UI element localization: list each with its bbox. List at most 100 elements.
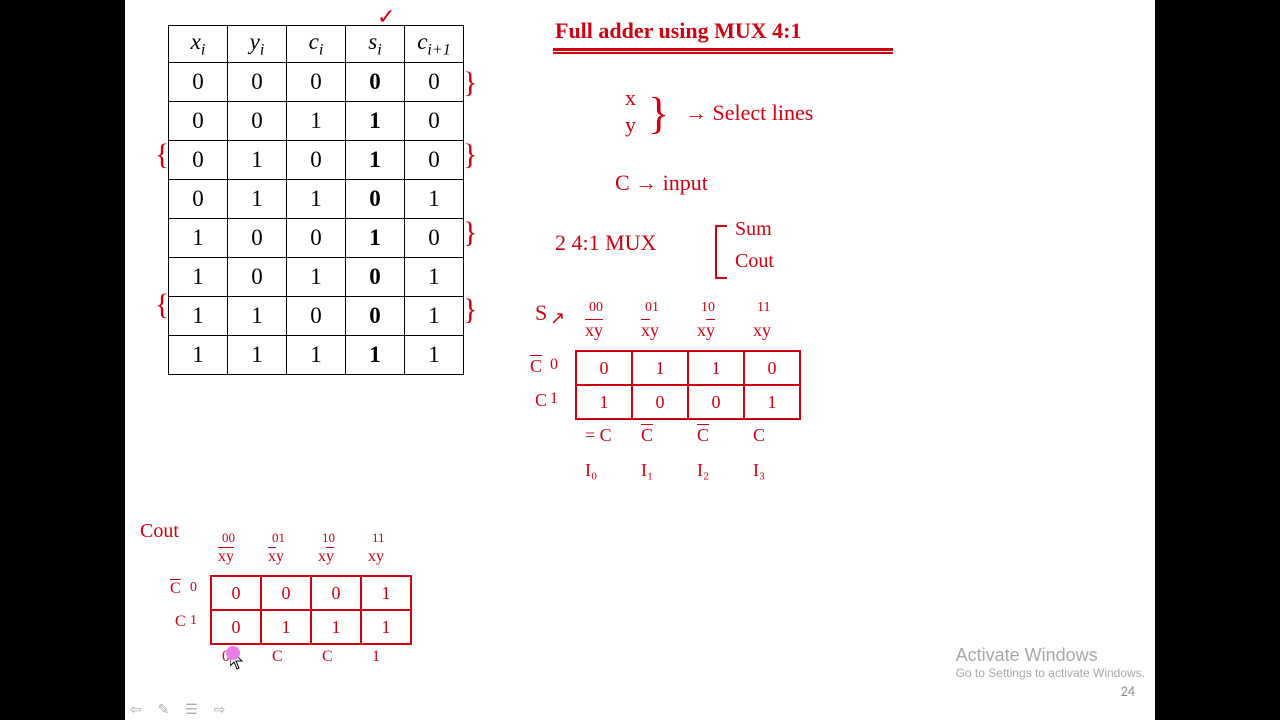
truth-cell: 0 xyxy=(405,102,464,141)
sum-col-hdr: xy xyxy=(697,320,715,341)
truth-cell: 1 xyxy=(287,258,346,297)
sum-arrow-icon: ↗ xyxy=(550,308,565,329)
kmap-cell: 0 xyxy=(211,576,261,610)
sum-S: S xyxy=(535,300,547,326)
sum-out: C xyxy=(697,425,709,446)
truth-cell: 0 xyxy=(228,63,287,102)
truth-cell: 0 xyxy=(228,102,287,141)
kmap-cell: 1 xyxy=(632,351,688,385)
cout-col-bits: 11 xyxy=(372,530,385,546)
kmap-cell: 0 xyxy=(688,385,744,419)
th-x: xi xyxy=(169,26,228,63)
cout-col-bits: 10 xyxy=(322,530,335,546)
brace-right-3-icon: } xyxy=(463,218,477,248)
cout-col-hdr: xy xyxy=(268,548,284,566)
kmap-cell: 1 xyxy=(361,576,411,610)
sum-col-bits: 11 xyxy=(757,300,770,316)
select-x: x xyxy=(625,85,636,111)
truth-cell: 1 xyxy=(169,219,228,258)
truth-cell: 0 xyxy=(405,219,464,258)
sum-row0-hdr: C xyxy=(530,356,542,377)
cout-out: C xyxy=(322,648,333,666)
truth-cell: 0 xyxy=(346,180,405,219)
kmap-cell: 0 xyxy=(211,610,261,644)
sum-row0-bit: 0 xyxy=(550,356,558,374)
presenter-nav[interactable]: ⇦ ✎ ☰ ⇨ xyxy=(130,701,231,718)
truth-cell: 1 xyxy=(169,297,228,336)
cout-col-bits: 00 xyxy=(222,530,235,546)
truth-cell: 1 xyxy=(346,336,405,375)
sum-col-bits: 01 xyxy=(645,300,659,316)
th-s: si xyxy=(346,26,405,63)
select-label: → Select lines xyxy=(685,100,813,126)
truth-cell: 1 xyxy=(346,102,405,141)
sum-col-hdr: xy xyxy=(753,320,771,341)
truth-cell: 0 xyxy=(346,63,405,102)
activate-windows-watermark: Activate Windows Go to Settings to activ… xyxy=(956,645,1145,680)
sum-col-hdr: xy xyxy=(585,320,603,341)
truth-cell: 1 xyxy=(287,180,346,219)
sum-out: C xyxy=(641,425,653,446)
sum-input-label: I₀ xyxy=(585,460,597,481)
mux-cout: Cout xyxy=(735,250,774,273)
truth-cell: 0 xyxy=(169,180,228,219)
sum-out: C xyxy=(753,425,765,446)
truth-cell: 1 xyxy=(228,180,287,219)
truth-cell: 1 xyxy=(228,141,287,180)
bracket-mux-icon xyxy=(715,225,727,279)
kmap-cell: 1 xyxy=(261,610,311,644)
truth-cell: 0 xyxy=(287,63,346,102)
truth-cell: 0 xyxy=(346,258,405,297)
two-mux: 2 4:1 MUX xyxy=(555,230,656,256)
truth-cell: 1 xyxy=(346,219,405,258)
sum-col-bits: 10 xyxy=(701,300,715,316)
cout-row0-hdr: C xyxy=(170,580,181,598)
cout-kmap-table: 00010111 xyxy=(210,575,412,645)
sum-input-label: I₂ xyxy=(697,460,709,481)
truth-cell: 0 xyxy=(405,63,464,102)
brace-right-2-icon: } xyxy=(463,140,477,170)
cout-title: Cout xyxy=(140,520,179,543)
sum-input-label: I₁ xyxy=(641,460,653,481)
title-underline xyxy=(553,48,893,51)
truth-cell: 0 xyxy=(287,297,346,336)
truth-cell: 1 xyxy=(287,102,346,141)
cout-row1-bit: 1 xyxy=(190,613,197,629)
truth-cell: 0 xyxy=(228,219,287,258)
cout-col-hdr: xy xyxy=(218,548,234,566)
mux-sum: Sum xyxy=(735,218,772,241)
truth-cell: 0 xyxy=(287,219,346,258)
truth-cell: 0 xyxy=(228,258,287,297)
th-y: yi xyxy=(228,26,287,63)
kmap-cell: 1 xyxy=(311,610,361,644)
sum-kmap-table: 01101001 xyxy=(575,350,801,420)
kmap-cell: 0 xyxy=(576,351,632,385)
cursor-icon xyxy=(230,650,244,670)
slide-area: xi yi ci si ci+1 00000001100101001101100… xyxy=(125,0,1155,720)
truth-cell: 0 xyxy=(169,63,228,102)
c-input: C → input xyxy=(615,170,708,196)
kmap-cell: 0 xyxy=(744,351,800,385)
page-number: 24 xyxy=(1121,683,1135,700)
truth-cell: 1 xyxy=(169,336,228,375)
truth-table: xi yi ci si ci+1 00000001100101001101100… xyxy=(168,25,464,375)
brace-right-4-icon: } xyxy=(463,295,477,325)
cout-out: C xyxy=(272,648,283,666)
cout-col-hdr: xy xyxy=(368,548,384,566)
sum-row1-hdr: C xyxy=(535,390,547,411)
cout-col-hdr: xy xyxy=(318,548,334,566)
truth-cell: 1 xyxy=(405,258,464,297)
kmap-cell: 1 xyxy=(744,385,800,419)
kmap-cell: 1 xyxy=(576,385,632,419)
brace-left-1-icon: { xyxy=(155,140,169,170)
kmap-cell: 0 xyxy=(632,385,688,419)
brace-select-icon: } xyxy=(648,92,669,136)
truth-cell: 1 xyxy=(228,297,287,336)
sum-row1-bit: 1 xyxy=(550,390,558,408)
brace-right-1-icon: } xyxy=(463,68,477,98)
cout-row1-hdr: C xyxy=(175,613,186,631)
truth-cell: 0 xyxy=(169,102,228,141)
watermark-line2: Go to Settings to activate Windows. xyxy=(956,666,1145,680)
truth-cell: 1 xyxy=(405,180,464,219)
kmap-cell: 1 xyxy=(688,351,744,385)
